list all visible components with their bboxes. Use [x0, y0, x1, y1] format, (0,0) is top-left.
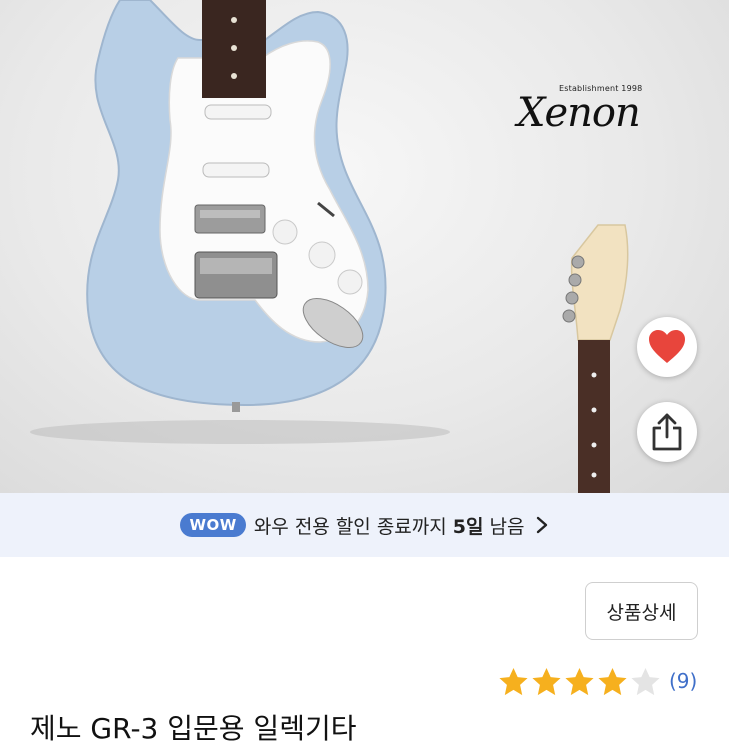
rating-stars	[498, 666, 663, 697]
wow-badge: WOW	[180, 513, 246, 537]
guitar-image	[30, 0, 629, 493]
star-filled-icon	[565, 667, 594, 695]
heart-icon	[649, 330, 685, 363]
star-filled-icon	[499, 667, 528, 695]
star-filled-icon	[598, 667, 627, 695]
chevron-right-icon	[536, 516, 547, 534]
promo-banner[interactable]: WOW 와우 전용 할인 종료까지 5일 남음	[0, 493, 729, 557]
review-count[interactable]: (9)	[669, 669, 697, 693]
share-icon	[652, 413, 682, 451]
product-image-area: Establishment 1998 Xenon	[0, 0, 729, 493]
share-button[interactable]	[637, 402, 697, 462]
product-detail-button[interactable]: 상품상세	[585, 582, 698, 640]
promo-text-before: 와우 전용 할인 종료까지	[253, 515, 453, 538]
star-filled-icon	[532, 667, 561, 695]
favorite-button[interactable]	[637, 317, 697, 377]
brand-name: Xenon	[517, 90, 641, 136]
promo-text: 와우 전용 할인 종료까지 5일 남음	[254, 512, 525, 539]
rating[interactable]: (9)	[498, 663, 697, 699]
star-empty-icon	[631, 667, 660, 695]
product-title: 제노 GR-3 입문용 일렉기타	[30, 712, 357, 745]
brand-logo: Establishment 1998 Xenon	[517, 78, 667, 148]
promo-days: 5일	[452, 515, 484, 538]
promo-text-after: 남음	[483, 515, 525, 538]
